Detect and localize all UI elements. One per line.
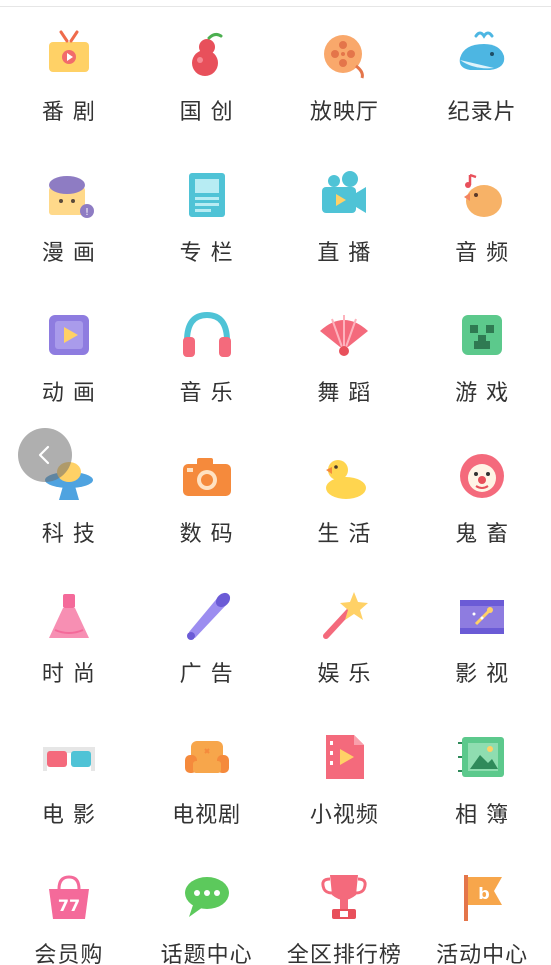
gourd-icon xyxy=(179,26,235,82)
chat-bubble-icon xyxy=(179,869,235,925)
category-item-flag[interactable]: b 活动中心 xyxy=(413,851,551,965)
chevron-left-icon xyxy=(38,445,50,465)
fan-icon xyxy=(316,307,372,363)
tv-icon xyxy=(41,26,97,82)
category-label: 动 画 xyxy=(41,381,96,406)
category-item-gourd[interactable]: 国 创 xyxy=(138,8,276,149)
category-label: 数 码 xyxy=(179,521,234,547)
category-label: 小视频 xyxy=(309,802,379,828)
category-item-game-block[interactable]: 游 戏 xyxy=(413,289,551,430)
category-label: 生 活 xyxy=(317,521,372,547)
category-item-fan[interactable]: 舞 蹈 xyxy=(276,289,414,430)
category-item-star-wand[interactable]: 娱 乐 xyxy=(276,570,414,711)
category-item-video-file[interactable]: 小视频 xyxy=(276,711,414,852)
svg-text:!: ! xyxy=(85,207,89,218)
category-label: 科 技 xyxy=(41,521,96,547)
sofa-icon xyxy=(179,729,235,785)
category-label: 全区排行榜 xyxy=(286,943,402,965)
category-label: 活动中心 xyxy=(436,943,529,965)
flag-icon: b xyxy=(454,869,510,925)
category-item-clapper[interactable]: 影 视 xyxy=(413,570,551,711)
category-label: 番 剧 xyxy=(41,100,96,125)
category-item-whale[interactable]: 纪录片 xyxy=(413,8,551,149)
category-item-camera[interactable]: 数 码 xyxy=(138,430,276,571)
category-item-3d-glasses[interactable]: 电 影 xyxy=(0,711,138,852)
category-item-article[interactable]: 专 栏 xyxy=(138,149,276,290)
shopping-bag-icon: 77 xyxy=(41,869,97,925)
duck-icon xyxy=(316,448,372,504)
category-label: 话题中心 xyxy=(160,943,253,965)
clown-icon xyxy=(454,448,510,504)
category-label: 鬼 畜 xyxy=(455,521,510,547)
category-label: 游 戏 xyxy=(455,381,510,406)
megaphone-icon xyxy=(179,588,235,644)
video-file-icon xyxy=(316,729,372,785)
dress-icon xyxy=(41,588,97,644)
category-item-dress[interactable]: 时 尚 xyxy=(0,570,138,711)
category-item-clown[interactable]: 鬼 畜 xyxy=(413,430,551,571)
category-item-bird-music[interactable]: 音 频 xyxy=(413,149,551,290)
category-label: 放映厅 xyxy=(309,100,379,125)
star-wand-icon xyxy=(316,588,372,644)
category-label: 国 创 xyxy=(179,100,234,125)
category-label: 漫 画 xyxy=(41,240,96,266)
3d-glasses-icon xyxy=(41,729,97,785)
category-item-sofa[interactable]: 电视剧 xyxy=(138,711,276,852)
category-label: 广 告 xyxy=(179,662,234,687)
category-item-comic[interactable]: ! 漫 画 xyxy=(0,149,138,290)
clapper-icon xyxy=(454,588,510,644)
back-button[interactable] xyxy=(18,428,72,482)
svg-text:b: b xyxy=(478,884,489,903)
game-block-icon xyxy=(454,307,510,363)
headphones-icon xyxy=(179,307,235,363)
animation-play-icon xyxy=(41,307,97,363)
category-label: 娱 乐 xyxy=(317,662,372,687)
category-label: 舞 蹈 xyxy=(317,381,372,406)
category-label: 影 视 xyxy=(455,662,510,687)
category-label: 相 簿 xyxy=(455,802,510,828)
article-icon xyxy=(179,167,235,223)
category-item-live-camera[interactable]: 直 播 xyxy=(276,149,414,290)
category-item-trophy[interactable]: 全区排行榜 xyxy=(276,851,414,965)
category-item-megaphone[interactable]: 广 告 xyxy=(138,570,276,711)
svg-text:77: 77 xyxy=(58,896,80,915)
category-label: 纪录片 xyxy=(447,100,517,125)
category-item-tv[interactable]: 番 剧 xyxy=(0,8,138,149)
film-reel-icon xyxy=(316,26,372,82)
category-label: 音 乐 xyxy=(179,381,234,406)
category-item-headphones[interactable]: 音 乐 xyxy=(138,289,276,430)
top-divider xyxy=(0,6,551,7)
category-label: 电视剧 xyxy=(172,802,242,828)
photo-album-icon xyxy=(454,729,510,785)
category-item-film-reel[interactable]: 放映厅 xyxy=(276,8,414,149)
category-label: 专 栏 xyxy=(179,240,234,266)
category-label: 时 尚 xyxy=(41,662,96,687)
category-label: 电 影 xyxy=(41,802,96,828)
category-item-chat-bubble[interactable]: 话题中心 xyxy=(138,851,276,965)
category-item-animation-play[interactable]: 动 画 xyxy=(0,289,138,430)
camera-icon xyxy=(179,448,235,504)
category-item-shopping-bag[interactable]: 77 会员购 xyxy=(0,851,138,965)
comic-icon: ! xyxy=(41,167,97,223)
category-grid: 番 剧 国 创 放映厅 纪录片! 漫 画 专 栏 直 播 音 频动 画 音 乐 舞 蹈 游 戏科 技… xyxy=(0,8,551,965)
category-item-photo-album[interactable]: 相 簿 xyxy=(413,711,551,852)
trophy-icon xyxy=(316,869,372,925)
live-camera-icon xyxy=(316,167,372,223)
category-page: 番 剧 国 创 放映厅 纪录片! 漫 画 专 栏 直 播 音 频动 画 音 乐 舞 蹈 游 戏科 技… xyxy=(0,0,551,965)
category-label: 音 频 xyxy=(455,240,510,266)
bird-music-icon xyxy=(454,167,510,223)
category-label: 会员购 xyxy=(34,943,104,965)
category-item-duck[interactable]: 生 活 xyxy=(276,430,414,571)
whale-icon xyxy=(454,26,510,82)
category-label: 直 播 xyxy=(317,240,372,266)
